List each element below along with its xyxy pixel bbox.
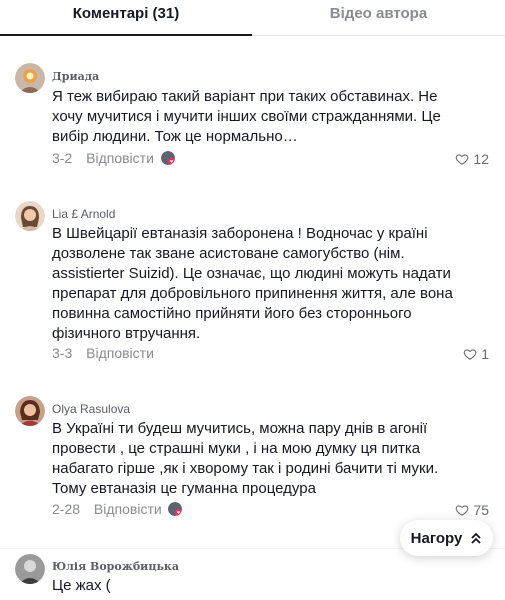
tab-comments-label: Коментарі (31): [72, 5, 180, 22]
comment-meta: 3-3 Відповісти: [52, 345, 154, 361]
comment-author[interactable]: Lia £ Arnold: [52, 207, 115, 221]
avatar[interactable]: [15, 201, 45, 231]
heart-outline-icon: [456, 505, 469, 516]
double-chevron-up-icon: [471, 532, 481, 544]
comment-meta: 2-28 Відповісти: [52, 501, 162, 517]
comment-author[interactable]: Дриада: [52, 70, 99, 83]
like-count: 1: [481, 346, 489, 362]
reply-button[interactable]: Відповісти: [86, 150, 154, 166]
tab-bar: Коментарі (31) Відео автора: [0, 0, 505, 36]
creator-liked-badge: [161, 151, 175, 165]
tab-comments[interactable]: Коментарі (31): [0, 0, 252, 36]
comment-author[interactable]: Юлія Ворожбицька: [52, 560, 179, 573]
reply-button[interactable]: Відповісти: [86, 345, 154, 361]
comment-text: В Україні ти будеш мучитись, можна пару …: [52, 420, 439, 497]
avatar[interactable]: [15, 63, 45, 93]
comment-author[interactable]: Olya Rasulova: [52, 402, 130, 416]
tab-author-videos[interactable]: Відео автора: [252, 0, 505, 35]
reply-button[interactable]: Відповісти: [94, 501, 162, 517]
like-button[interactable]: 75: [455, 502, 489, 518]
heart-outline-icon: [463, 349, 477, 360]
comment-text: Це жах (: [52, 577, 111, 594]
comment-date: 3-2: [52, 150, 73, 166]
avatar[interactable]: [15, 554, 45, 584]
like-count: 12: [473, 151, 489, 167]
active-tab-indicator: [0, 34, 252, 36]
comment-text: Я теж вибираю такий варіант при таких об…: [52, 88, 441, 145]
heart-outline-icon: [456, 154, 469, 165]
scroll-to-top-label: Нагору: [410, 529, 463, 547]
tab-author-videos-label: Відео автора: [329, 5, 428, 22]
comment-text: В Швейцарії евтаназія заборонена ! Водно…: [52, 225, 453, 342]
like-button[interactable]: 12: [455, 151, 489, 167]
creator-liked-badge: [168, 502, 182, 516]
like-count: 75: [473, 502, 489, 518]
avatar[interactable]: [15, 396, 45, 426]
comment-date: 3-3: [52, 345, 73, 361]
comment-meta: 3-2 Відповісти: [52, 150, 154, 166]
comment-date: 2-28: [52, 501, 81, 517]
like-button[interactable]: 1: [463, 346, 489, 362]
scroll-to-top-button[interactable]: Нагору: [400, 520, 493, 556]
